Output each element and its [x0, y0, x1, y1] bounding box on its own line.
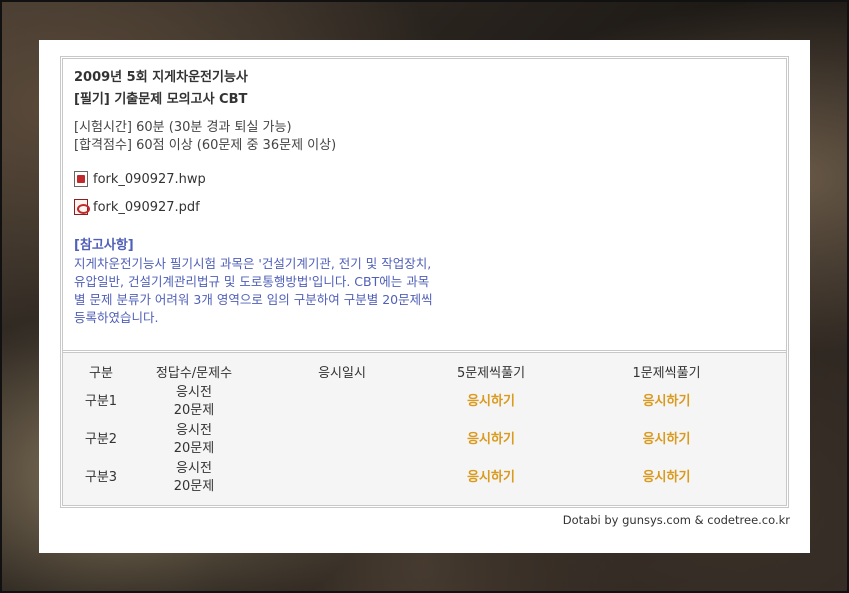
file-link-pdf[interactable]: fork_090927.pdf [74, 197, 494, 217]
row-date [249, 383, 435, 421]
hwp-file-icon [74, 171, 88, 187]
exam-info: 2009년 5회 지게차운전기능사 [필기] 기출문제 모의고사 CBT [시험… [74, 67, 494, 327]
row-count: 20문제 [173, 403, 215, 418]
file-name: fork_090927.hwp [93, 171, 206, 187]
row-name: 구분2 [84, 432, 118, 447]
start-five-button[interactable]: 응시하기 [435, 421, 547, 459]
row-name: 구분3 [84, 470, 118, 485]
table-row: 구분1 응시전 20문제 응시하기 응시하기 [63, 383, 786, 421]
note-title: [참고사항] [74, 238, 134, 253]
header-five: 5문제씩풀기 [456, 365, 526, 381]
table-header-row: 구분 정답수/문제수 응시일시 5문제씩풀기 1문제씩풀기 [63, 353, 786, 383]
row-score: 응시전 20문제 [139, 459, 249, 497]
header-one: 1문제씩풀기 [632, 365, 701, 381]
start-one-button[interactable]: 응시하기 [547, 383, 786, 421]
footer-credit: Dotabi by gunsys.com & codetree.co.kr [562, 513, 790, 527]
header-date: 응시일시 [318, 365, 366, 381]
file-name: fork_090927.pdf [93, 199, 200, 215]
row-date [249, 459, 435, 497]
row-count: 20문제 [173, 441, 215, 456]
file-link-hwp[interactable]: fork_090927.hwp [74, 169, 494, 189]
exam-time: [시험시간] 60분 (30분 경과 퇴실 가능) [74, 120, 292, 135]
row-score: 응시전 20문제 [139, 421, 249, 459]
start-one-button[interactable]: 응시하기 [547, 459, 786, 497]
start-one-button[interactable]: 응시하기 [547, 421, 786, 459]
header-score: 정답수/문제수 [155, 365, 233, 381]
exam-table-section: 구분 정답수/문제수 응시일시 5문제씩풀기 1문제씩풀기 구분1 응시전 20문… [63, 353, 786, 505]
exam-title-line2: [필기] 기출문제 모의고사 CBT [74, 92, 248, 107]
row-count: 20문제 [173, 479, 215, 494]
row-status: 응시전 [176, 461, 212, 476]
row-status: 응시전 [176, 423, 212, 438]
row-score: 응시전 20문제 [139, 383, 249, 421]
start-five-button[interactable]: 응시하기 [435, 383, 547, 421]
file-list: fork_090927.hwp fork_090927.pdf [74, 169, 494, 217]
start-five-button[interactable]: 응시하기 [435, 459, 547, 497]
exam-title-line1: 2009년 5회 지게차운전기능사 [74, 70, 248, 85]
exam-panel: 2009년 5회 지게차운전기능사 [필기] 기출문제 모의고사 CBT [시험… [39, 40, 810, 553]
table-row: 구분2 응시전 20문제 응시하기 응시하기 [63, 421, 786, 459]
pdf-file-icon [74, 199, 90, 215]
exam-pass: [합격점수] 60점 이상 (60문제 중 36문제 이상) [74, 138, 337, 153]
exam-table: 구분 정답수/문제수 응시일시 5문제씩풀기 1문제씩풀기 구분1 응시전 20문… [63, 353, 786, 497]
row-name: 구분1 [84, 394, 118, 409]
exam-meta: [시험시간] 60분 (30분 경과 퇴실 가능) [합격점수] 60점 이상 … [74, 119, 494, 155]
table-row: 구분3 응시전 20문제 응시하기 응시하기 [63, 459, 786, 497]
row-status: 응시전 [176, 385, 212, 400]
note-body: 지게차운전기능사 필기시험 과목은 '건설기계기관, 전기 및 작업장치, 유압… [74, 256, 433, 325]
exam-box: 2009년 5회 지게차운전기능사 [필기] 기출문제 모의고사 CBT [시험… [60, 56, 789, 508]
row-date [249, 421, 435, 459]
header-section: 구분 [89, 365, 113, 381]
